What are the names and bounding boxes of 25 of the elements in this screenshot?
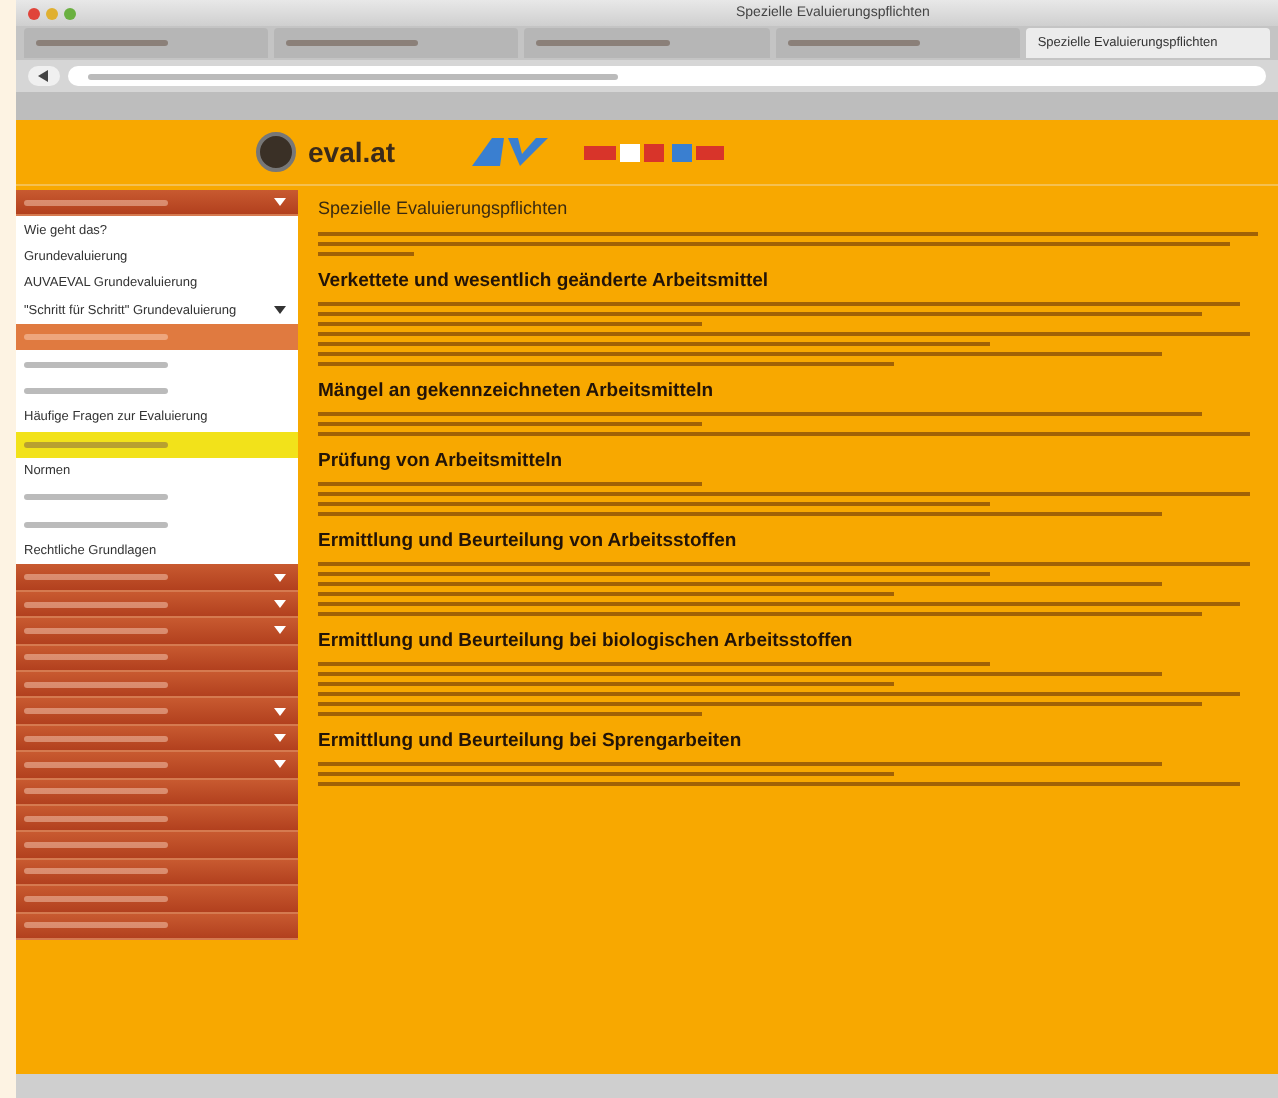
flag-icon [671,144,692,162]
section-heading: Ermittlung und Beurteilung bei Sprengarbeiten [318,730,744,752]
address-field[interactable] [68,66,1266,86]
close-icon[interactable] [28,7,40,19]
section-heading: Verkettete und wesentlich geänderte Arbeitsmittel [318,270,771,292]
browser-tab[interactable] [775,28,1020,58]
section-heading: Prüfung von Arbeitsmitteln [318,450,565,472]
flag-icon [619,144,640,162]
zoom-icon[interactable] [64,7,76,19]
page-title: Spezielle Evaluierungspflichten [318,198,570,218]
section-heading: Ermittlung und Beurteilung bei biologischen Arbeitsstoffen [318,630,855,652]
logo-icon [256,132,296,172]
browser-tab[interactable] [524,28,770,58]
browser-tab[interactable] [274,28,519,58]
flag-icon [583,146,616,160]
sidebar-item[interactable] [16,190,298,217]
minimize-icon[interactable] [46,7,58,19]
sidebar-item[interactable] [16,431,298,458]
section-heading: Ermittlung und Beurteilung von Arbeitsstoffen [318,530,739,552]
sidebar-item[interactable] [16,323,298,351]
site-logo[interactable]: eval.at [308,136,396,168]
back-icon[interactable] [28,66,60,86]
section-heading: Mängel an gekennzeichneten Arbeitsmitteln [318,380,716,402]
flag-icon [643,144,664,162]
flag-icon [695,146,724,160]
